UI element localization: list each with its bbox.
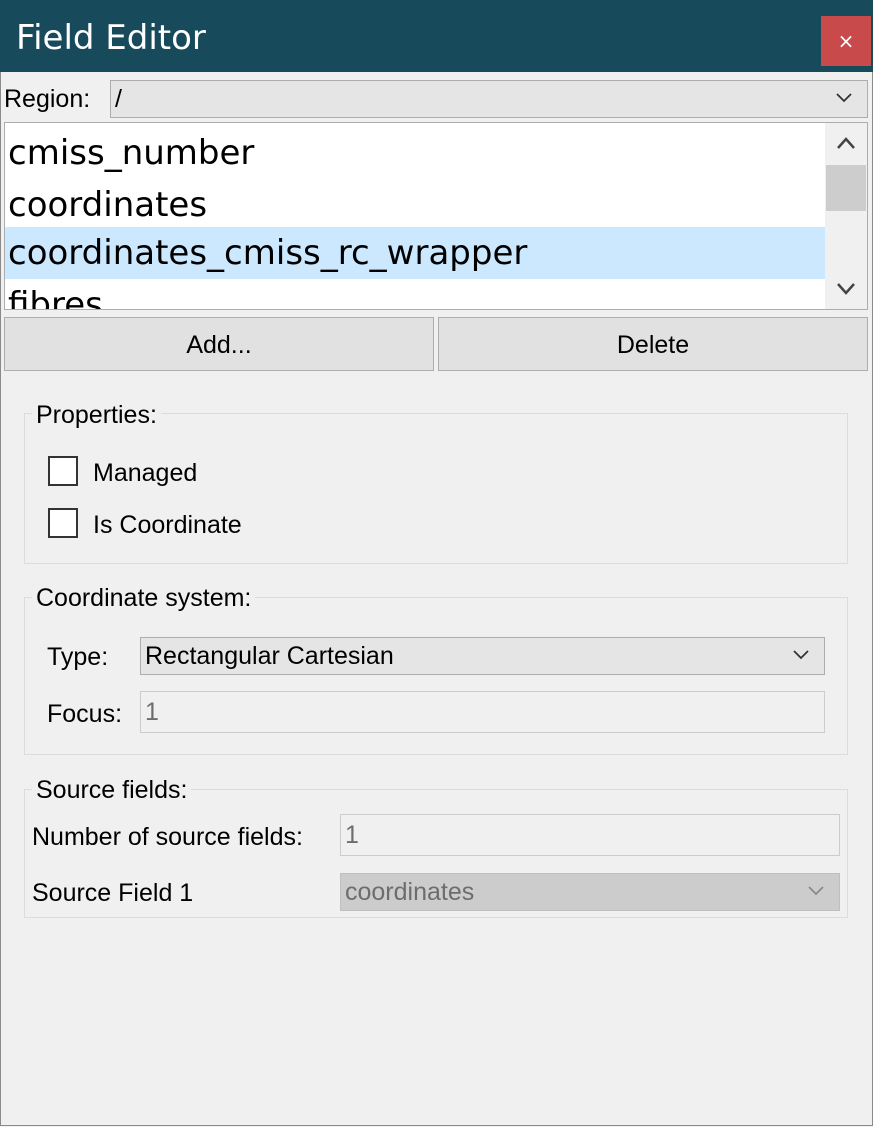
chevron-down-icon[interactable] <box>835 279 857 299</box>
source-count-field[interactable]: 1 <box>340 814 840 856</box>
source-count-label: Number of source fields: <box>32 823 303 851</box>
list-item[interactable]: cmiss_number <box>5 127 825 179</box>
focus-label: Focus: <box>47 700 123 728</box>
managed-checkbox[interactable] <box>48 456 78 486</box>
chevron-down-icon <box>836 93 852 103</box>
close-button[interactable]: × <box>821 16 871 66</box>
add-button[interactable]: Add... <box>4 317 434 371</box>
field-list[interactable]: cmiss_number coordinates coordinates_cmi… <box>4 122 868 310</box>
focus-field[interactable]: 1 <box>140 691 825 733</box>
scroll-thumb[interactable] <box>826 165 866 211</box>
list-item-selected[interactable]: coordinates_cmiss_rc_wrapper <box>5 227 825 279</box>
title-bar[interactable]: Field Editor × <box>0 0 873 72</box>
type-label: Type: <box>47 643 109 671</box>
region-value: / <box>115 85 122 113</box>
type-value: Rectangular Cartesian <box>145 642 394 670</box>
close-icon: × <box>837 29 855 53</box>
region-label: Region: <box>4 85 91 113</box>
is-coordinate-label: Is Coordinate <box>93 511 242 539</box>
coordinate-system-title: Coordinate system: <box>32 583 256 613</box>
delete-button[interactable]: Delete <box>438 317 868 371</box>
chevron-down-icon <box>793 650 809 660</box>
properties-group <box>24 413 848 564</box>
field-list-scrollbar[interactable] <box>825 123 867 309</box>
source-field-1-dropdown[interactable]: coordinates <box>340 873 840 911</box>
source-field-1-label: Source Field 1 <box>32 879 194 907</box>
region-dropdown[interactable]: / <box>110 80 868 118</box>
chevron-down-icon <box>808 886 824 896</box>
managed-label: Managed <box>93 459 198 487</box>
is-coordinate-checkbox[interactable] <box>48 508 78 538</box>
properties-title: Properties: <box>32 400 161 430</box>
chevron-up-icon[interactable] <box>835 133 857 153</box>
window-title: Field Editor <box>16 18 206 58</box>
list-item[interactable]: fibres <box>5 279 825 309</box>
source-field-1-value: coordinates <box>345 878 475 906</box>
source-fields-title: Source fields: <box>32 775 192 805</box>
list-item[interactable]: coordinates <box>5 179 825 231</box>
type-dropdown[interactable]: Rectangular Cartesian <box>140 637 825 675</box>
